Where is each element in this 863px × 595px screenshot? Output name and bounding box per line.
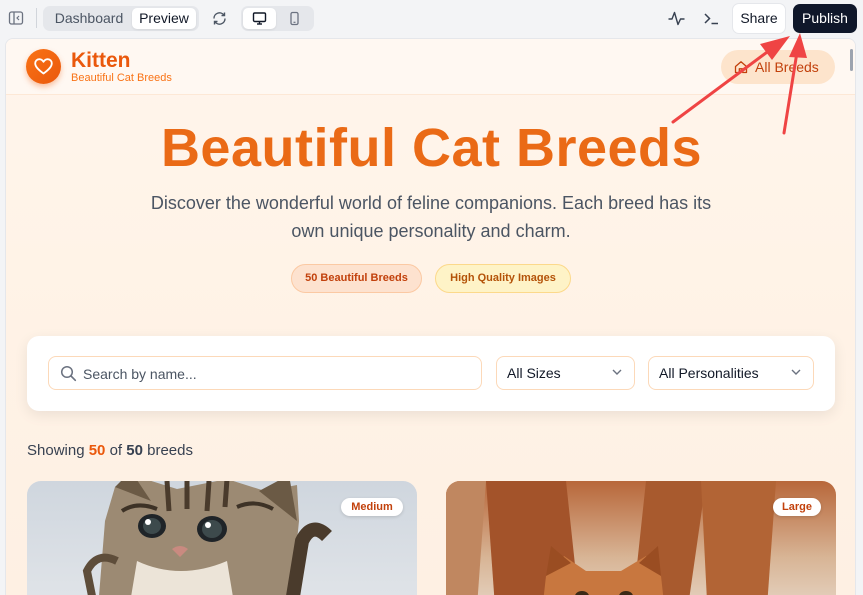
terminal-icon[interactable]: [702, 9, 721, 28]
size-select-value: All Sizes: [507, 365, 561, 381]
personality-select-value: All Personalities: [659, 365, 759, 381]
filter-panel: All Sizes All Personalities: [27, 336, 835, 411]
toolbar-divider: [36, 8, 37, 28]
desktop-view-button[interactable]: [243, 8, 276, 29]
results-suffix: breeds: [147, 442, 193, 459]
search-field[interactable]: [48, 356, 482, 390]
mobile-icon: [290, 11, 299, 26]
mobile-view-button[interactable]: [278, 8, 311, 29]
brand-subtitle: Beautiful Cat Breeds: [71, 72, 172, 84]
all-breeds-nav-button[interactable]: All Breeds: [721, 50, 835, 84]
results-prefix: Showing: [27, 442, 85, 459]
home-icon: [734, 61, 748, 74]
results-of: of: [109, 442, 123, 459]
search-input[interactable]: [83, 363, 463, 385]
hero-title: Beautiful Cat Breeds: [160, 118, 703, 178]
preview-frame: Kitten Beautiful Cat Breeds All Breeds B…: [5, 38, 856, 595]
breed-count-badge: 50 Beautiful Breeds: [291, 264, 422, 293]
activity-icon[interactable]: [667, 9, 686, 28]
sidebar-toggle-icon[interactable]: [8, 10, 24, 26]
scrollbar[interactable]: [850, 49, 853, 71]
size-select[interactable]: All Sizes: [496, 356, 635, 390]
desktop-icon: [252, 12, 267, 25]
refresh-icon[interactable]: [211, 10, 228, 27]
size-badge: Large: [773, 498, 821, 516]
view-tabs: Dashboard Preview: [43, 6, 199, 31]
heart-icon: [34, 58, 53, 75]
share-button[interactable]: Share: [732, 3, 786, 34]
results-total: 50: [126, 442, 143, 459]
search-icon: [60, 365, 77, 382]
logo[interactable]: [26, 49, 61, 84]
breed-card[interactable]: Large: [446, 481, 836, 595]
personality-select[interactable]: All Personalities: [648, 356, 814, 390]
chevron-down-icon: [612, 369, 622, 375]
tab-dashboard[interactable]: Dashboard: [47, 8, 131, 29]
editor-toolbar: Dashboard Preview Share Publish: [0, 0, 863, 37]
breed-card[interactable]: Medium: [27, 481, 417, 595]
site-header: Kitten Beautiful Cat Breeds All Breeds: [6, 39, 855, 95]
results-shown: 50: [88, 442, 106, 459]
device-switcher: [241, 6, 314, 31]
chevron-down-icon: [791, 369, 801, 375]
hero-description: Discover the wonderful world of feline c…: [150, 193, 712, 241]
all-breeds-label: All Breeds: [755, 59, 819, 75]
brand-name[interactable]: Kitten: [71, 49, 131, 73]
results-count: Showing 50 of 50 breeds: [27, 441, 193, 461]
size-badge: Medium: [341, 498, 403, 516]
publish-button[interactable]: Publish: [793, 4, 857, 33]
tab-preview[interactable]: Preview: [132, 8, 196, 29]
image-quality-badge: High Quality Images: [435, 264, 571, 293]
